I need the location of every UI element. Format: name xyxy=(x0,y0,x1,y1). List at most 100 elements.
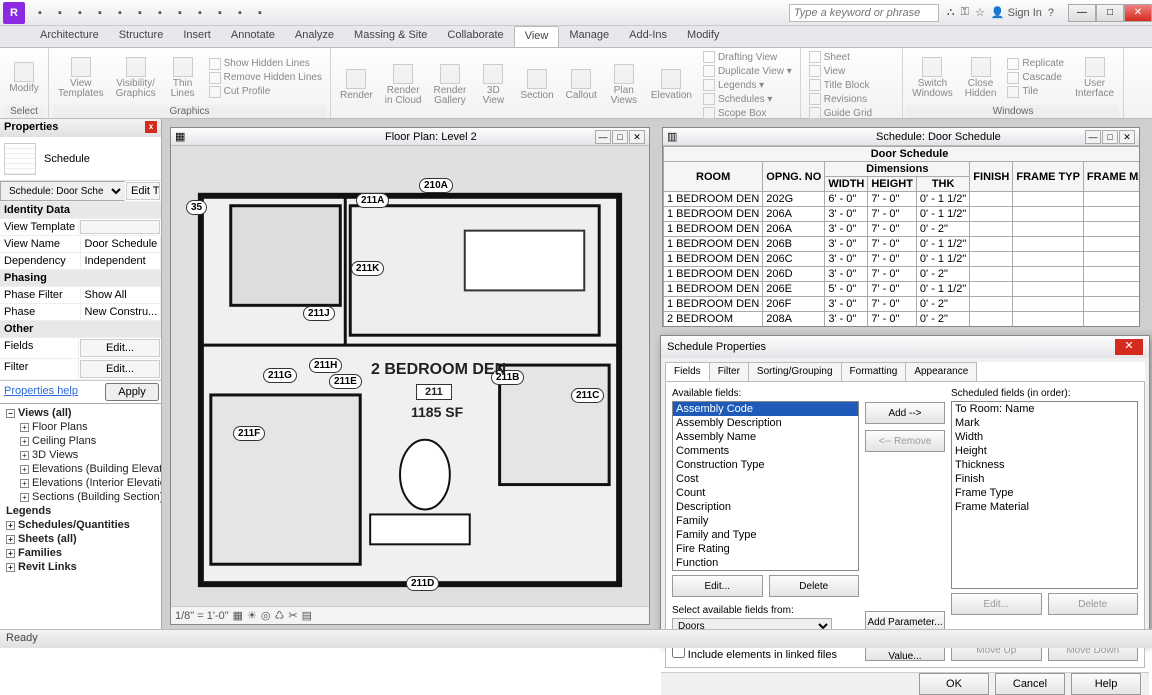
tab-structure[interactable]: Structure xyxy=(109,26,174,47)
available-fields-list[interactable]: Assembly CodeAssembly DescriptionAssembl… xyxy=(672,401,859,571)
delete-button[interactable]: Delete xyxy=(1048,593,1139,615)
tree-item[interactable]: +Sections (Building Section) xyxy=(2,490,159,504)
list-item[interactable]: Construction Type xyxy=(673,458,858,472)
search-input[interactable] xyxy=(789,4,939,22)
open-icon[interactable]: ▪ xyxy=(52,5,68,21)
tab-architecture[interactable]: Architecture xyxy=(30,26,109,47)
list-item[interactable]: Assembly Description xyxy=(673,416,858,430)
prop-value[interactable]: Door Schedule xyxy=(81,236,162,252)
help-icon[interactable]: ? xyxy=(1048,7,1054,19)
undo-icon[interactable]: ▪ xyxy=(72,5,88,21)
list-item[interactable]: Width xyxy=(952,430,1137,444)
dlg-tab-filter[interactable]: Filter xyxy=(709,362,749,381)
ribbon-render-button[interactable]: RenderGallery xyxy=(429,62,472,108)
signin-link[interactable]: 👤 Sign In xyxy=(991,6,1042,19)
ribbon-section-button[interactable]: Section xyxy=(515,67,558,103)
minimize-icon[interactable]: — xyxy=(595,130,611,144)
ribbon-legends--button[interactable]: Legends ▾ xyxy=(699,78,796,92)
view-control-bar[interactable]: 1/8" = 1'-0"▦☀◎♺✂▤ xyxy=(171,606,649,624)
tab-insert[interactable]: Insert xyxy=(173,26,221,47)
tree-item[interactable]: +Ceiling Plans xyxy=(2,434,159,448)
prop-value[interactable]: New Constru... xyxy=(81,304,162,320)
tree-item[interactable]: +Families xyxy=(2,546,159,560)
dlg-tab-formatting[interactable]: Formatting xyxy=(841,362,907,381)
table-row[interactable]: 1 BEDROOM DEN202G6' - 0"7' - 0"0' - 1 1/… xyxy=(664,192,1140,207)
edit-button[interactable]: Edit... xyxy=(672,575,763,597)
cut-icon[interactable]: ▪ xyxy=(132,5,148,21)
close-icon[interactable]: x xyxy=(145,121,157,133)
list-item[interactable]: Thickness xyxy=(952,458,1137,472)
ribbon-close-button[interactable]: CloseHidden xyxy=(960,55,1002,101)
tab-manage[interactable]: Manage xyxy=(559,26,619,47)
ribbon-show-hidden-lines-button[interactable]: Show Hidden Lines xyxy=(205,57,326,71)
table-row[interactable]: 1 BEDROOM DEN206A3' - 0"7' - 0"0' - 1 1/… xyxy=(664,207,1140,222)
tab-view[interactable]: View xyxy=(514,26,560,47)
ok-button[interactable]: OK xyxy=(919,673,989,695)
ribbon-duplicate-view--button[interactable]: Duplicate View ▾ xyxy=(699,64,796,78)
close-button[interactable]: ✕ xyxy=(1124,4,1152,22)
ribbon-revisions-button[interactable]: Revisions xyxy=(805,92,898,106)
tree-item[interactable]: +Schedules/Quantities xyxy=(2,518,159,532)
list-item[interactable]: To Room: Name xyxy=(952,402,1137,416)
list-item[interactable]: Comments xyxy=(673,444,858,458)
remove-button[interactable]: <-- Remove xyxy=(865,430,945,452)
tree-item[interactable]: +Sheets (all) xyxy=(2,532,159,546)
ribbon-switch-button[interactable]: SwitchWindows xyxy=(907,55,958,101)
tab-massing-site[interactable]: Massing & Site xyxy=(344,26,437,47)
maximize-button[interactable]: □ xyxy=(1096,4,1124,22)
list-item[interactable]: Mark xyxy=(952,416,1137,430)
tree-item[interactable]: +3D Views xyxy=(2,448,159,462)
ruler-icon[interactable]: ▪ xyxy=(192,5,208,21)
paste-icon[interactable]: ▪ xyxy=(172,5,188,21)
ribbon-sheet-button[interactable]: Sheet xyxy=(805,50,898,64)
ribbon-view-button[interactable]: ViewTemplates xyxy=(53,55,109,101)
tab-modify[interactable]: Modify xyxy=(677,26,729,47)
maximize-icon[interactable]: □ xyxy=(1102,130,1118,144)
key-icon[interactable]: ⚿ xyxy=(961,6,969,19)
list-item[interactable]: Frame Material xyxy=(952,500,1137,514)
door-tag[interactable]: 211E xyxy=(329,374,362,389)
ribbon-render-button[interactable]: Renderin Cloud xyxy=(380,62,427,108)
tree-item[interactable]: +Floor Plans xyxy=(2,420,159,434)
ribbon-remove-hidden-lines-button[interactable]: Remove Hidden Lines xyxy=(205,71,326,85)
door-tag[interactable]: 211G xyxy=(263,368,297,383)
ribbon-cut-profile-button[interactable]: Cut Profile xyxy=(205,85,326,99)
ribbon-render-button[interactable]: Render xyxy=(335,67,378,103)
door-tag[interactable]: 211D xyxy=(406,576,439,591)
schedule-table[interactable]: Door ScheduleROOMOPNG. NODimensionsFINIS… xyxy=(663,146,1139,326)
tab-add-ins[interactable]: Add-Ins xyxy=(619,26,677,47)
star-icon[interactable]: ☆ xyxy=(975,6,985,19)
prop-value[interactable]: Edit... xyxy=(80,360,160,378)
dlg-tab-appearance[interactable]: Appearance xyxy=(905,362,977,381)
app-icon[interactable]: R xyxy=(3,2,25,24)
list-item[interactable]: Finish xyxy=(952,472,1137,486)
help-button[interactable]: Help xyxy=(1071,673,1141,695)
ribbon-replicate-button[interactable]: Replicate xyxy=(1003,57,1068,71)
door-tag[interactable]: 35 xyxy=(186,200,207,215)
table-row[interactable]: 1 BEDROOM DEN206B3' - 0"7' - 0"0' - 1 1/… xyxy=(664,237,1140,252)
list-item[interactable]: Function xyxy=(673,556,858,570)
tree-item[interactable]: −Views (all) xyxy=(2,406,159,420)
ribbon-visibility--button[interactable]: Visibility/Graphics xyxy=(111,55,161,101)
close-icon[interactable]: ✕ xyxy=(629,130,645,144)
prop-value[interactable]: Independent xyxy=(81,253,162,269)
ribbon-guide-grid-button[interactable]: Guide Grid xyxy=(805,106,898,120)
door-tag[interactable]: 211K xyxy=(351,261,384,276)
edit-button[interactable]: Edit... xyxy=(951,593,1042,615)
ribbon-schedules--button[interactable]: Schedules ▾ xyxy=(699,92,796,106)
list-item[interactable]: Description xyxy=(673,500,858,514)
prop-value[interactable] xyxy=(80,220,160,234)
minimize-button[interactable]: — xyxy=(1068,4,1096,22)
tree-item[interactable]: +Revit Links xyxy=(2,560,159,574)
list-item[interactable]: Assembly Name xyxy=(673,430,858,444)
door-tag[interactable]: 211C xyxy=(571,388,604,403)
ribbon-drafting-view-button[interactable]: Drafting View xyxy=(699,50,796,64)
door-tag[interactable]: 211J xyxy=(303,306,335,321)
ribbon-title-block-button[interactable]: Title Block xyxy=(805,78,898,92)
apply-button[interactable]: Apply xyxy=(105,383,159,401)
tree-item[interactable]: +Elevations (Interior Elevation) xyxy=(2,476,159,490)
tab-analyze[interactable]: Analyze xyxy=(285,26,344,47)
properties-help-link[interactable]: Properties help xyxy=(2,383,105,401)
project-browser[interactable]: −Views (all)+Floor Plans+Ceiling Plans+3… xyxy=(0,403,161,629)
edit-type-button[interactable]: Edit Type xyxy=(126,182,160,200)
